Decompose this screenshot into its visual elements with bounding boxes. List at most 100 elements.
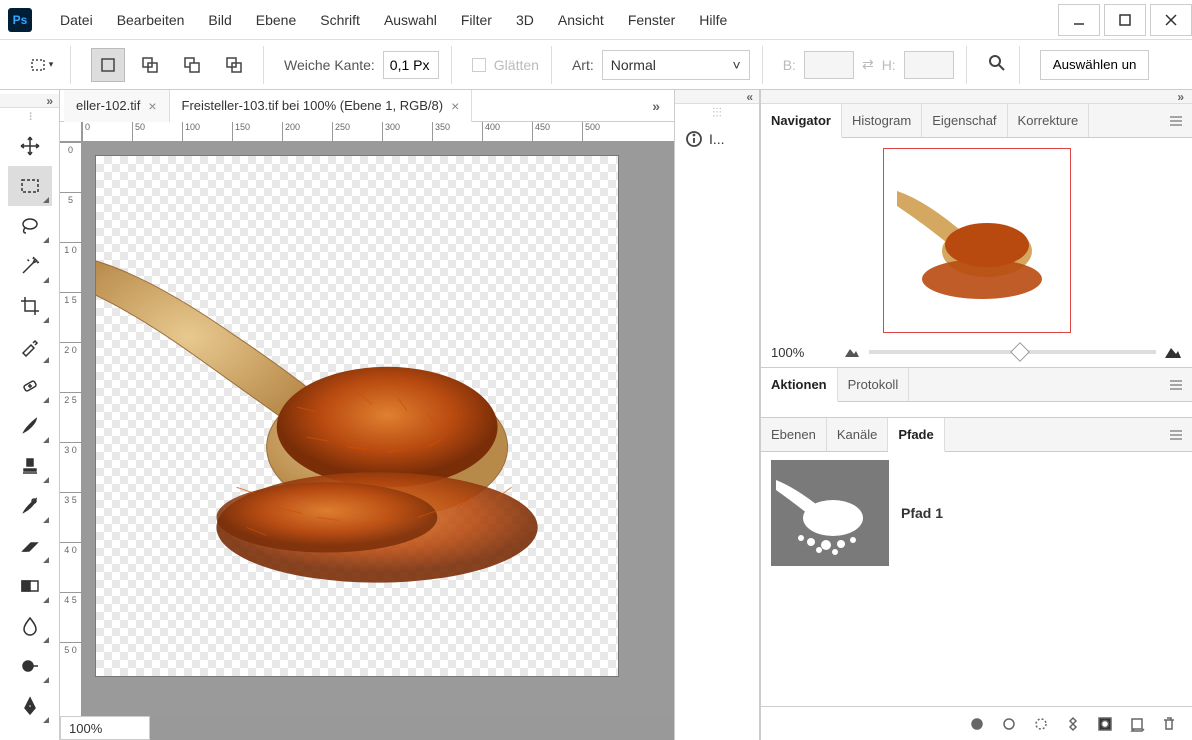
- new-selection-icon[interactable]: [91, 48, 125, 82]
- zoom-out-icon[interactable]: [843, 345, 861, 359]
- tool-preset-icon[interactable]: ▾: [24, 48, 58, 82]
- pen-tool[interactable]: [8, 686, 52, 726]
- navigator-preview[interactable]: [883, 148, 1071, 333]
- layers-tabs: Ebenen Kanäle Pfade: [761, 418, 1192, 452]
- history-brush-tool[interactable]: [8, 486, 52, 526]
- image-canvas[interactable]: [96, 156, 618, 676]
- style-label: Art:: [572, 57, 594, 73]
- move-tool[interactable]: [8, 126, 52, 166]
- style-select[interactable]: Normal˅: [602, 50, 750, 80]
- photoshop-logo-icon: Ps: [8, 8, 32, 32]
- blur-tool[interactable]: [8, 606, 52, 646]
- horizontal-ruler[interactable]: 050100150200250300350400450500: [82, 122, 674, 142]
- path-row[interactable]: Pfad 1: [761, 452, 1192, 574]
- minimize-button[interactable]: [1058, 4, 1100, 36]
- document-tab[interactable]: eller-102.tif ×: [64, 90, 170, 122]
- canvas-image: [96, 156, 618, 678]
- crop-tool[interactable]: [8, 286, 52, 326]
- new-path-icon[interactable]: [1128, 715, 1146, 733]
- marquee-tool[interactable]: [8, 166, 52, 206]
- intersect-selection-icon[interactable]: [217, 48, 251, 82]
- tab-paths[interactable]: Pfade: [888, 418, 944, 452]
- menu-auswahl[interactable]: Auswahl: [374, 8, 447, 32]
- gradient-tool[interactable]: [8, 566, 52, 606]
- add-mask-icon[interactable]: [1096, 715, 1114, 733]
- tab-adjustments[interactable]: Korrekture: [1008, 104, 1090, 137]
- eyedropper-tool[interactable]: [8, 326, 52, 366]
- navigator-zoom-slider[interactable]: [869, 350, 1156, 354]
- delete-path-icon[interactable]: [1160, 715, 1178, 733]
- canvas-viewport[interactable]: [82, 142, 674, 716]
- right-panel-dock: Navigator Histogram Eigenschaf Korrektur…: [760, 90, 1192, 740]
- info-panel-collapsed[interactable]: I...: [675, 122, 759, 156]
- width-input: [804, 51, 854, 79]
- tab-channels[interactable]: Kanäle: [827, 418, 888, 451]
- dodge-tool[interactable]: [8, 646, 52, 686]
- make-workpath-icon[interactable]: [1064, 715, 1082, 733]
- toolbar-handle[interactable]: [15, 112, 45, 122]
- tab-close-icon[interactable]: ×: [148, 98, 156, 114]
- search-icon[interactable]: [987, 53, 1007, 76]
- swap-icon[interactable]: ⇄: [862, 56, 874, 73]
- menu-filter[interactable]: Filter: [451, 8, 502, 32]
- tab-navigator[interactable]: Navigator: [761, 104, 842, 138]
- tab-histogram[interactable]: Histogram: [842, 104, 922, 137]
- panel-dock-collapse[interactable]: [761, 90, 1192, 104]
- window-controls: [1054, 4, 1192, 36]
- antialias-checkbox: [472, 58, 486, 72]
- feather-label: Weiche Kante:: [284, 57, 375, 73]
- healing-tool[interactable]: [8, 366, 52, 406]
- dock-handle[interactable]: ⫶⫶⫶: [675, 104, 759, 122]
- chevron-down-icon: ˅: [733, 57, 741, 73]
- antialias-label: Glätten: [494, 57, 539, 73]
- panel-menu-icon[interactable]: [1160, 104, 1192, 137]
- fill-path-icon[interactable]: [968, 715, 986, 733]
- tab-label: Freisteller-103.tif bei 100% (Ebene 1, R…: [182, 98, 444, 113]
- close-button[interactable]: [1150, 4, 1192, 36]
- stroke-path-icon[interactable]: [1000, 715, 1018, 733]
- subtract-selection-icon[interactable]: [175, 48, 209, 82]
- lasso-tool[interactable]: [8, 206, 52, 246]
- load-selection-icon[interactable]: [1032, 715, 1050, 733]
- menu-bearbeiten[interactable]: Bearbeiten: [107, 8, 195, 32]
- brush-tool[interactable]: [8, 406, 52, 446]
- menu-ebene[interactable]: Ebene: [246, 8, 306, 32]
- tab-history[interactable]: Protokoll: [838, 368, 910, 401]
- vertical-ruler[interactable]: 051 01 52 02 53 03 54 04 55 0: [60, 142, 82, 740]
- paths-panel: Pfad 1: [761, 452, 1192, 740]
- stamp-tool[interactable]: [8, 446, 52, 486]
- zoom-readout[interactable]: 100%: [60, 716, 150, 740]
- menu-3d[interactable]: 3D: [506, 8, 544, 32]
- menu-hilfe[interactable]: Hilfe: [689, 8, 737, 32]
- menu-bild[interactable]: Bild: [198, 8, 241, 32]
- tab-properties[interactable]: Eigenschaf: [922, 104, 1007, 137]
- document-tab[interactable]: Freisteller-103.tif bei 100% (Ebene 1, R…: [170, 90, 473, 122]
- menu-fenster[interactable]: Fenster: [618, 8, 685, 32]
- navigator-tabs: Navigator Histogram Eigenschaf Korrektur…: [761, 104, 1192, 138]
- eraser-tool[interactable]: [8, 526, 52, 566]
- actions-panel: [761, 402, 1192, 418]
- title-bar: Ps Datei Bearbeiten Bild Ebene Schrift A…: [0, 0, 1192, 40]
- tab-overflow[interactable]: »: [638, 98, 674, 114]
- path-thumbnail: [771, 460, 889, 566]
- paths-footer: [761, 706, 1192, 740]
- tab-layers[interactable]: Ebenen: [761, 418, 827, 451]
- main-menu: Datei Bearbeiten Bild Ebene Schrift Ausw…: [50, 8, 737, 32]
- menu-ansicht[interactable]: Ansicht: [548, 8, 614, 32]
- dock-expand[interactable]: [675, 90, 759, 104]
- panel-menu-icon[interactable]: [1160, 368, 1192, 401]
- menu-datei[interactable]: Datei: [50, 8, 103, 32]
- navigator-zoom-value[interactable]: 100%: [771, 345, 835, 360]
- maximize-button[interactable]: [1104, 4, 1146, 36]
- add-selection-icon[interactable]: [133, 48, 167, 82]
- panel-menu-icon[interactable]: [1160, 418, 1192, 451]
- toolbar-collapse[interactable]: [0, 94, 59, 108]
- tab-close-icon[interactable]: ×: [451, 98, 459, 114]
- info-icon: [685, 130, 703, 148]
- feather-input[interactable]: [383, 51, 439, 79]
- magic-wand-tool[interactable]: [8, 246, 52, 286]
- menu-schrift[interactable]: Schrift: [310, 8, 370, 32]
- tab-actions[interactable]: Aktionen: [761, 368, 838, 402]
- select-mask-button[interactable]: Auswählen un: [1040, 50, 1150, 80]
- zoom-in-icon[interactable]: [1164, 345, 1182, 359]
